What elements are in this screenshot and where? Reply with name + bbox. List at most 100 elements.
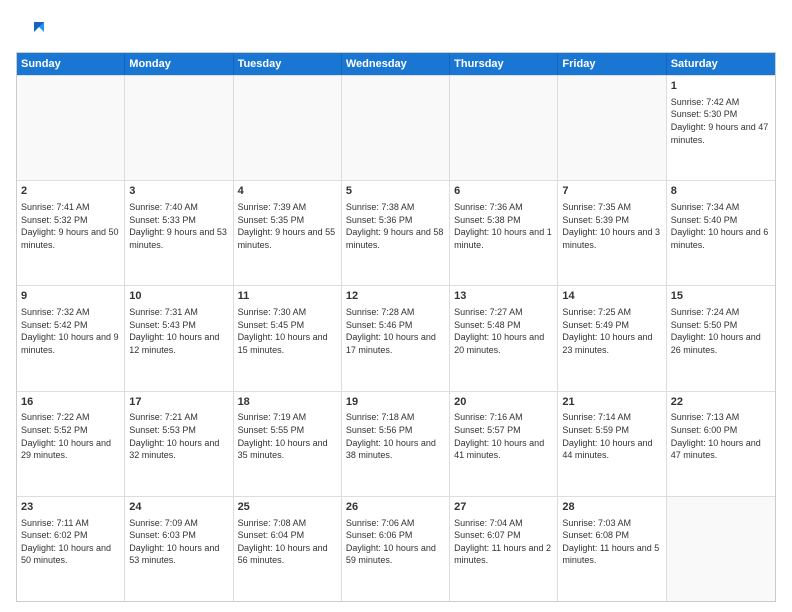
weekday-header: Saturday xyxy=(667,53,775,75)
day-number: 2 xyxy=(21,184,120,199)
day-info: Sunrise: 7:27 AM Sunset: 5:48 PM Dayligh… xyxy=(454,306,553,356)
header xyxy=(16,12,776,44)
calendar-cell: 10 Sunrise: 7:31 AM Sunset: 5:43 PM Dayli… xyxy=(125,286,233,390)
calendar-header: SundayMondayTuesdayWednesdayThursdayFrid… xyxy=(17,53,775,75)
weekday-header: Sunday xyxy=(17,53,125,75)
day-info: Sunrise: 7:25 AM Sunset: 5:49 PM Dayligh… xyxy=(562,306,661,356)
calendar-cell: 9 Sunrise: 7:32 AM Sunset: 5:42 PM Daylig… xyxy=(17,286,125,390)
day-info: Sunrise: 7:19 AM Sunset: 5:55 PM Dayligh… xyxy=(238,411,337,461)
calendar-cell: 28 Sunrise: 7:03 AM Sunset: 6:08 PM Dayli… xyxy=(558,497,666,601)
weekday-header: Wednesday xyxy=(342,53,450,75)
day-info: Sunrise: 7:09 AM Sunset: 6:03 PM Dayligh… xyxy=(129,517,228,567)
day-info: Sunrise: 7:38 AM Sunset: 5:36 PM Dayligh… xyxy=(346,201,445,251)
day-info: Sunrise: 7:21 AM Sunset: 5:53 PM Dayligh… xyxy=(129,411,228,461)
calendar-cell: 15 Sunrise: 7:24 AM Sunset: 5:50 PM Dayli… xyxy=(667,286,775,390)
calendar-cell xyxy=(125,76,233,180)
day-number: 13 xyxy=(454,289,553,304)
day-number: 19 xyxy=(346,395,445,410)
day-number: 7 xyxy=(562,184,661,199)
day-info: Sunrise: 7:04 AM Sunset: 6:07 PM Dayligh… xyxy=(454,517,553,567)
calendar-cell xyxy=(450,76,558,180)
calendar-cell: 12 Sunrise: 7:28 AM Sunset: 5:46 PM Dayli… xyxy=(342,286,450,390)
calendar-cell: 22Sunrise: 7:13 AM Sunset: 6:00 PM Dayli… xyxy=(667,392,775,496)
calendar-row: 2 Sunrise: 7:41 AM Sunset: 5:32 PM Daylig… xyxy=(17,180,775,285)
day-number: 22 xyxy=(671,395,771,410)
day-info: Sunrise: 7:11 AM Sunset: 6:02 PM Dayligh… xyxy=(21,517,120,567)
day-info: Sunrise: 7:08 AM Sunset: 6:04 PM Dayligh… xyxy=(238,517,337,567)
day-info: Sunrise: 7:36 AM Sunset: 5:38 PM Dayligh… xyxy=(454,201,553,251)
calendar-cell: 25 Sunrise: 7:08 AM Sunset: 6:04 PM Dayli… xyxy=(234,497,342,601)
calendar-cell: 23 Sunrise: 7:11 AM Sunset: 6:02 PM Dayli… xyxy=(17,497,125,601)
logo-icon xyxy=(16,16,44,44)
day-number: 9 xyxy=(21,289,120,304)
day-info: Sunrise: 7:42 AM Sunset: 5:30 PM Dayligh… xyxy=(671,96,771,146)
day-number: 20 xyxy=(454,395,553,410)
day-number: 27 xyxy=(454,500,553,515)
day-info: Sunrise: 7:22 AM Sunset: 5:52 PM Dayligh… xyxy=(21,411,120,461)
day-number: 16 xyxy=(21,395,120,410)
calendar-row: 9 Sunrise: 7:32 AM Sunset: 5:42 PM Daylig… xyxy=(17,285,775,390)
day-number: 8 xyxy=(671,184,771,199)
calendar-cell xyxy=(558,76,666,180)
calendar-cell xyxy=(17,76,125,180)
calendar-cell: 8 Sunrise: 7:34 AM Sunset: 5:40 PM Daylig… xyxy=(667,181,775,285)
day-info: Sunrise: 7:16 AM Sunset: 5:57 PM Dayligh… xyxy=(454,411,553,461)
day-info: Sunrise: 7:31 AM Sunset: 5:43 PM Dayligh… xyxy=(129,306,228,356)
calendar-row: 23 Sunrise: 7:11 AM Sunset: 6:02 PM Dayli… xyxy=(17,496,775,601)
calendar-cell: 21Sunrise: 7:14 AM Sunset: 5:59 PM Dayli… xyxy=(558,392,666,496)
calendar-cell xyxy=(234,76,342,180)
day-number: 23 xyxy=(21,500,120,515)
day-number: 15 xyxy=(671,289,771,304)
day-number: 3 xyxy=(129,184,228,199)
day-number: 26 xyxy=(346,500,445,515)
calendar-cell: 27 Sunrise: 7:04 AM Sunset: 6:07 PM Dayli… xyxy=(450,497,558,601)
calendar-row: 1 Sunrise: 7:42 AM Sunset: 5:30 PM Daylig… xyxy=(17,75,775,180)
day-number: 21 xyxy=(562,395,661,410)
day-info: Sunrise: 7:13 AM Sunset: 6:00 PM Dayligh… xyxy=(671,411,771,461)
day-number: 10 xyxy=(129,289,228,304)
calendar-row: 16Sunrise: 7:22 AM Sunset: 5:52 PM Dayli… xyxy=(17,391,775,496)
day-info: Sunrise: 7:34 AM Sunset: 5:40 PM Dayligh… xyxy=(671,201,771,251)
calendar-cell: 4Sunrise: 7:39 AM Sunset: 5:35 PM Daylig… xyxy=(234,181,342,285)
calendar-cell: 1 Sunrise: 7:42 AM Sunset: 5:30 PM Daylig… xyxy=(667,76,775,180)
calendar-cell xyxy=(667,497,775,601)
calendar-cell: 5Sunrise: 7:38 AM Sunset: 5:36 PM Daylig… xyxy=(342,181,450,285)
day-number: 11 xyxy=(238,289,337,304)
day-info: Sunrise: 7:24 AM Sunset: 5:50 PM Dayligh… xyxy=(671,306,771,356)
day-number: 24 xyxy=(129,500,228,515)
day-info: Sunrise: 7:40 AM Sunset: 5:33 PM Dayligh… xyxy=(129,201,228,251)
day-info: Sunrise: 7:32 AM Sunset: 5:42 PM Dayligh… xyxy=(21,306,120,356)
day-info: Sunrise: 7:03 AM Sunset: 6:08 PM Dayligh… xyxy=(562,517,661,567)
calendar-cell: 16Sunrise: 7:22 AM Sunset: 5:52 PM Dayli… xyxy=(17,392,125,496)
calendar-cell: 20Sunrise: 7:16 AM Sunset: 5:57 PM Dayli… xyxy=(450,392,558,496)
day-number: 28 xyxy=(562,500,661,515)
calendar-cell: 7 Sunrise: 7:35 AM Sunset: 5:39 PM Daylig… xyxy=(558,181,666,285)
day-number: 17 xyxy=(129,395,228,410)
calendar-cell: 11 Sunrise: 7:30 AM Sunset: 5:45 PM Dayli… xyxy=(234,286,342,390)
day-info: Sunrise: 7:30 AM Sunset: 5:45 PM Dayligh… xyxy=(238,306,337,356)
day-number: 4 xyxy=(238,184,337,199)
page: SundayMondayTuesdayWednesdayThursdayFrid… xyxy=(0,0,792,612)
calendar-cell: 18Sunrise: 7:19 AM Sunset: 5:55 PM Dayli… xyxy=(234,392,342,496)
day-number: 18 xyxy=(238,395,337,410)
weekday-header: Thursday xyxy=(450,53,558,75)
day-info: Sunrise: 7:06 AM Sunset: 6:06 PM Dayligh… xyxy=(346,517,445,567)
calendar-cell: 19Sunrise: 7:18 AM Sunset: 5:56 PM Dayli… xyxy=(342,392,450,496)
calendar-cell: 17Sunrise: 7:21 AM Sunset: 5:53 PM Dayli… xyxy=(125,392,233,496)
day-info: Sunrise: 7:28 AM Sunset: 5:46 PM Dayligh… xyxy=(346,306,445,356)
calendar-cell: 13 Sunrise: 7:27 AM Sunset: 5:48 PM Dayli… xyxy=(450,286,558,390)
calendar-body: 1 Sunrise: 7:42 AM Sunset: 5:30 PM Daylig… xyxy=(17,75,775,601)
calendar-cell: 24 Sunrise: 7:09 AM Sunset: 6:03 PM Dayli… xyxy=(125,497,233,601)
calendar-cell: 3 Sunrise: 7:40 AM Sunset: 5:33 PM Daylig… xyxy=(125,181,233,285)
day-number: 14 xyxy=(562,289,661,304)
day-number: 1 xyxy=(671,79,771,94)
day-info: Sunrise: 7:35 AM Sunset: 5:39 PM Dayligh… xyxy=(562,201,661,251)
calendar-cell: 2 Sunrise: 7:41 AM Sunset: 5:32 PM Daylig… xyxy=(17,181,125,285)
day-number: 25 xyxy=(238,500,337,515)
day-number: 12 xyxy=(346,289,445,304)
calendar: SundayMondayTuesdayWednesdayThursdayFrid… xyxy=(16,52,776,602)
weekday-header: Monday xyxy=(125,53,233,75)
calendar-cell xyxy=(342,76,450,180)
calendar-cell: 6Sunrise: 7:36 AM Sunset: 5:38 PM Daylig… xyxy=(450,181,558,285)
day-info: Sunrise: 7:41 AM Sunset: 5:32 PM Dayligh… xyxy=(21,201,120,251)
